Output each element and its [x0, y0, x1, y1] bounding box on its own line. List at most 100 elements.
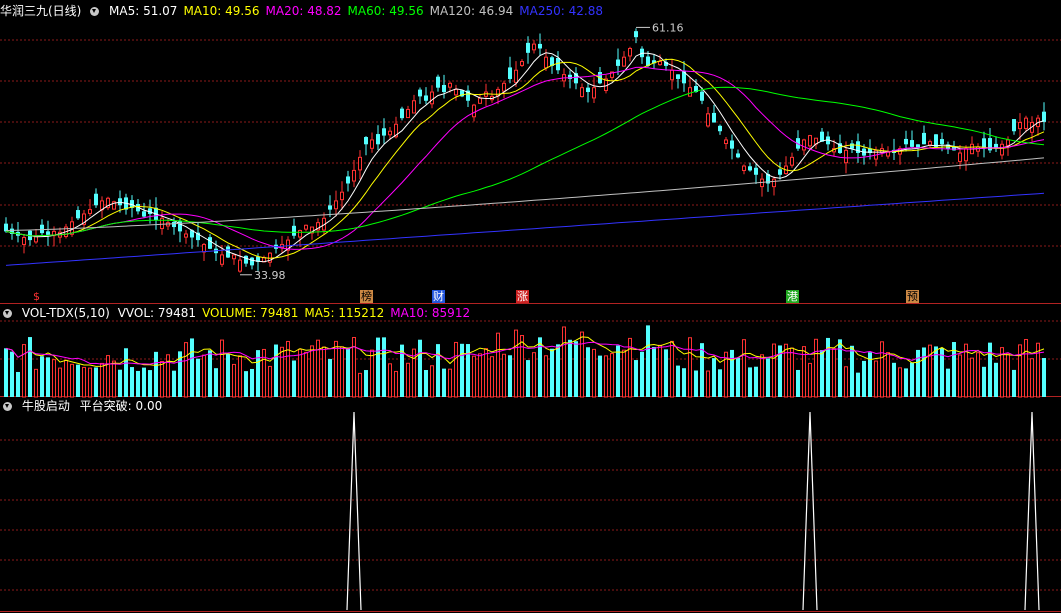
candle-body	[622, 56, 626, 67]
volume-bar	[370, 349, 374, 398]
volume-bar	[586, 347, 590, 397]
volume-bar	[10, 351, 14, 397]
volume-bar	[334, 340, 338, 398]
volume-bar	[652, 347, 656, 397]
candle-body	[964, 148, 968, 162]
candle-body	[472, 104, 476, 118]
volume-bar	[748, 367, 752, 397]
signal-marker[interactable]: 预	[906, 290, 919, 303]
volume-bar	[532, 352, 536, 398]
volume-bar	[40, 356, 44, 397]
candle-body	[844, 149, 848, 164]
volume-bar	[430, 365, 434, 398]
volume-bar	[892, 362, 896, 397]
candle-body	[232, 254, 236, 260]
volume-bar	[826, 337, 830, 397]
volume-bar	[1042, 358, 1046, 397]
volume-bar	[220, 339, 224, 398]
signal-marker[interactable]: 财	[432, 290, 445, 303]
volume-bar	[898, 367, 902, 398]
candle-body	[34, 236, 38, 243]
candle-body	[676, 74, 680, 79]
candle-body	[436, 76, 440, 88]
volume-bar	[226, 354, 230, 397]
volume-bar	[958, 354, 962, 398]
signal-marker[interactable]: 涨	[516, 290, 529, 303]
volume-bar	[820, 350, 824, 397]
candle-body	[22, 236, 26, 245]
candle-body	[700, 91, 704, 101]
volume-bar	[130, 367, 134, 397]
stock-chart[interactable]: 61.16 33.98	[0, 0, 1061, 613]
volume-bar	[280, 346, 284, 398]
volume-bar	[910, 362, 914, 397]
signal-marker[interactable]: $	[30, 290, 43, 303]
candle-body	[220, 254, 224, 265]
volume-bar	[124, 348, 128, 397]
candle-body	[250, 257, 254, 266]
volume-bar	[526, 360, 530, 397]
candle-body	[142, 211, 146, 217]
volume-bar	[502, 353, 506, 398]
volume-bar	[214, 368, 218, 397]
volume-bar	[268, 365, 272, 398]
volume-bar	[478, 353, 482, 398]
volume-bar	[424, 370, 428, 397]
candle-body	[748, 166, 752, 171]
candle-body	[802, 139, 806, 151]
volume-bar	[460, 343, 464, 397]
volume-bar	[1018, 344, 1022, 398]
candle-body	[304, 224, 308, 230]
volume-bar	[70, 363, 74, 398]
candle-body	[388, 130, 392, 136]
volume-bar	[556, 344, 560, 397]
candle-body	[442, 84, 446, 93]
volume-bar	[574, 341, 578, 397]
candle-body	[730, 140, 734, 149]
signal-marker[interactable]: 榜	[360, 290, 373, 303]
volume-bar	[484, 348, 488, 398]
volume-bar	[100, 362, 104, 398]
candle-body	[592, 87, 596, 99]
volume-bar	[850, 345, 854, 397]
candle-body	[364, 137, 368, 145]
candle-body	[412, 100, 416, 114]
volume-bar	[406, 362, 410, 398]
volume-bar	[136, 370, 140, 397]
candle-body	[754, 167, 758, 175]
volume-bar	[862, 360, 866, 397]
volume-bar	[34, 368, 38, 398]
volume-bar	[364, 370, 368, 397]
volume-bar	[28, 337, 32, 397]
volume-bar	[664, 349, 668, 397]
candle-body	[406, 108, 410, 119]
volume-bar	[682, 368, 686, 397]
volume-bar	[508, 355, 512, 397]
volume-bar	[712, 358, 716, 397]
volume-bar	[76, 364, 80, 397]
volume-bar	[640, 351, 644, 397]
volume-bar	[304, 351, 308, 398]
volume-bar	[790, 347, 794, 398]
volume-bar	[160, 360, 164, 398]
candle-body	[538, 43, 542, 49]
volume-bar	[634, 360, 638, 397]
candle-body	[118, 198, 122, 206]
volume-bar	[190, 338, 194, 397]
candle-body	[628, 47, 632, 57]
volume-bar	[382, 337, 386, 397]
volume-bar	[916, 349, 920, 397]
volume-bar	[1012, 369, 1016, 397]
volume-bar	[118, 369, 122, 397]
volume-bar	[550, 348, 554, 397]
volume-bar	[22, 344, 26, 398]
candle-body	[238, 259, 242, 272]
volume-bar	[730, 349, 734, 397]
candle-body	[298, 230, 302, 238]
volume-bar	[616, 345, 620, 397]
volume-bar	[256, 350, 260, 397]
signal-marker[interactable]: 港	[786, 290, 799, 303]
volume-bar	[88, 367, 92, 398]
volume-bar	[514, 329, 518, 398]
candle-body	[850, 143, 854, 149]
